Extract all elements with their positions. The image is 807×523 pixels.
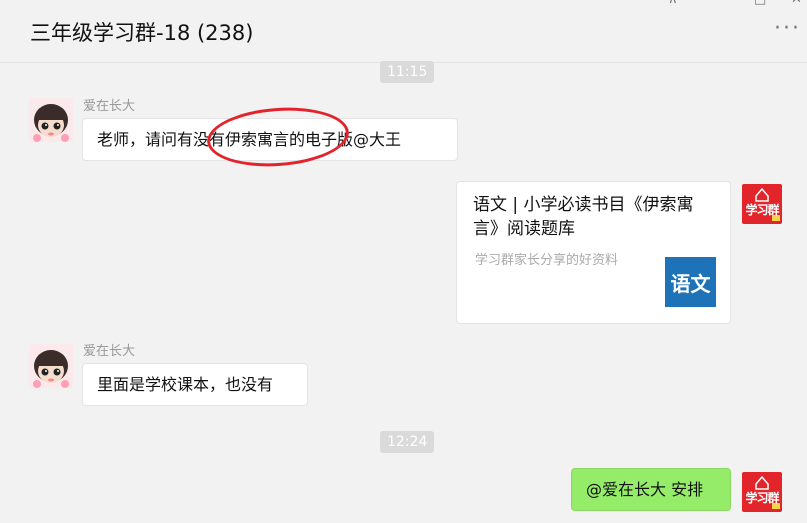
self-avatar-label: 学习群 bbox=[745, 491, 779, 505]
self-message-bubble[interactable]: @爱在长大 安排 bbox=[571, 468, 731, 511]
self-avatar[interactable]: 学习群 bbox=[742, 472, 782, 512]
cartoon-girl-avatar-icon bbox=[29, 98, 73, 142]
pin-icon[interactable]: ⊼ bbox=[668, 0, 678, 6]
self-avatar-label: 学习群 bbox=[745, 203, 779, 217]
timestamp: 11:15 bbox=[380, 61, 435, 83]
timestamp: 12:24 bbox=[380, 431, 435, 453]
card-thumbnail: 语文 bbox=[665, 257, 716, 307]
sender-name: 爱在长大 bbox=[83, 344, 136, 359]
more-dots-icon[interactable]: ··· bbox=[774, 18, 801, 40]
message-bubble[interactable]: 老师，请问有没有伊索寓言的电子版@大王 bbox=[82, 118, 458, 161]
card-title: 语文 | 小学必读书目《伊索寓言》阅读题库 bbox=[473, 195, 694, 239]
sender-name: 爱在长大 bbox=[83, 99, 136, 114]
close-icon[interactable]: ✕ bbox=[791, 0, 802, 6]
chat-header: 三年级学习群-18 (238) ⊼ – □ ✕ ··· bbox=[0, 0, 807, 63]
avatar[interactable] bbox=[29, 98, 73, 142]
shared-article-card[interactable]: 语文 | 小学必读书目《伊索寓言》阅读题库 学习群家长分享的好资料 语文 bbox=[456, 181, 731, 324]
message-bubble[interactable]: 里面是学校课本，也没有 bbox=[82, 363, 308, 406]
avatar[interactable] bbox=[29, 344, 73, 388]
card-description: 学习群家长分享的好资料 bbox=[475, 253, 619, 268]
cartoon-girl-avatar-icon bbox=[29, 344, 73, 388]
chat-title: 三年级学习群-18 (238) bbox=[30, 21, 254, 45]
maximize-icon[interactable]: □ bbox=[754, 0, 766, 6]
minimize-icon[interactable]: – bbox=[711, 0, 718, 6]
self-avatar[interactable]: 学习群 bbox=[742, 184, 782, 224]
